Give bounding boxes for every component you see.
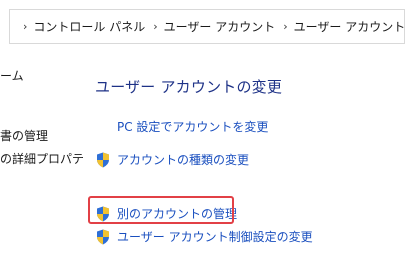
breadcrumb-separator: › bbox=[23, 20, 28, 33]
highlight-box bbox=[88, 196, 234, 224]
left-nav-home[interactable]: ーム bbox=[0, 67, 24, 84]
left-nav-credential-manager[interactable]: 書の管理 bbox=[0, 127, 48, 144]
breadcrumb-separator: › bbox=[153, 20, 158, 33]
task-label: アカウントの種類の変更 bbox=[117, 153, 250, 167]
change-account-type-link[interactable]: アカウントの種類の変更 bbox=[96, 151, 249, 168]
change-account-in-pc-settings-link[interactable]: PC 設定でアカウントを変更 bbox=[117, 118, 268, 135]
task-label: ユーザー アカウント制御設定の変更 bbox=[117, 230, 313, 244]
breadcrumb-control-panel[interactable]: コントロール パネル bbox=[33, 18, 145, 35]
change-uac-settings-link[interactable]: ユーザー アカウント制御設定の変更 bbox=[96, 228, 313, 245]
breadcrumb-user-accounts-current[interactable]: ユーザー アカウント bbox=[294, 18, 406, 35]
breadcrumb-user-accounts[interactable]: ユーザー アカウント bbox=[164, 18, 276, 35]
uac-shield-icon bbox=[97, 229, 109, 244]
breadcrumb-separator: › bbox=[283, 20, 288, 33]
left-nav-advanced-properties[interactable]: の詳細プロパテ bbox=[0, 150, 84, 167]
uac-shield-icon bbox=[97, 152, 109, 167]
page-title: ユーザー アカウントの変更 bbox=[95, 78, 283, 96]
task-label: PC 設定でアカウントを変更 bbox=[117, 120, 269, 134]
address-bar[interactable]: › コントロール パネル › ユーザー アカウント › ユーザー アカウント bbox=[9, 9, 405, 44]
